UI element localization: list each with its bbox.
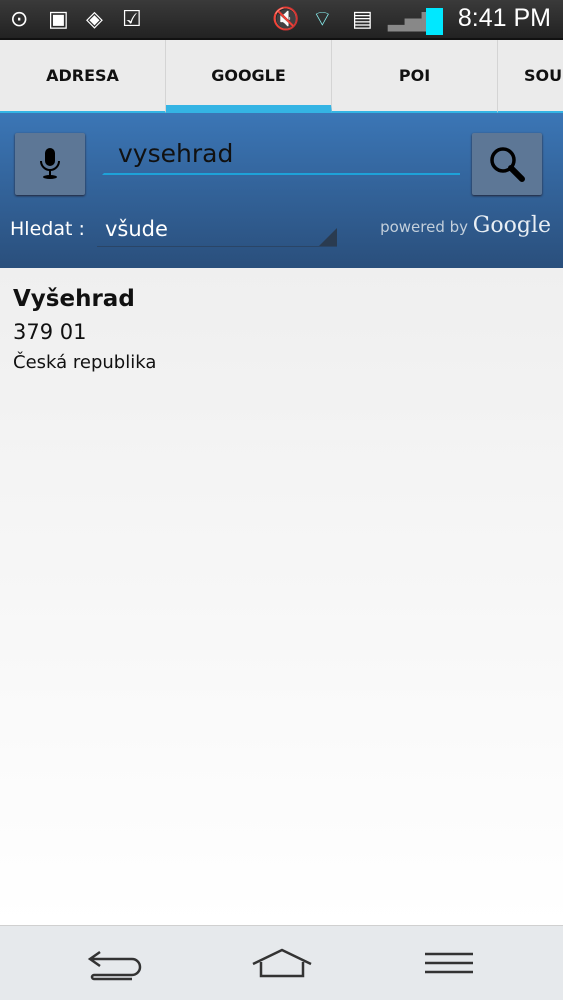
result-list: Vyšehrad 379 01 Česká republika <box>0 268 563 925</box>
dropdown-corner-icon <box>319 228 337 246</box>
search-input[interactable]: vysehrad <box>102 131 460 175</box>
gps-icon: ⊙ <box>10 7 29 32</box>
tab-sou[interactable]: SOU <box>498 40 563 113</box>
list-item[interactable]: Vyšehrad 379 01 Česká republika <box>13 286 550 373</box>
sim-error-icon: ▤ <box>352 7 373 32</box>
search-icon <box>490 147 525 182</box>
result-postcode: 379 01 <box>13 320 87 344</box>
gallery-icon: ▣ <box>48 7 69 32</box>
battery-icon <box>426 8 443 35</box>
back-button[interactable] <box>86 944 144 988</box>
navigation-bar <box>0 925 563 1000</box>
result-name: Vyšehrad <box>13 286 135 312</box>
wifi-icon: ⌔ <box>312 7 333 32</box>
mute-icon: 🔇 <box>272 7 300 32</box>
status-bar: ⊙ ▣ ◈ ☑ 🔇 ⌔ ▤ ▂▄▆ 8:41 PM <box>0 0 563 40</box>
shopping-bag-icon: ☑ <box>122 7 142 32</box>
home-icon <box>252 948 312 978</box>
tab-google[interactable]: GOOGLE <box>166 40 332 113</box>
scope-label: Hledat : <box>10 218 85 240</box>
home-button[interactable] <box>251 944 313 988</box>
app-icon: ◈ <box>86 7 103 32</box>
tab-poi[interactable]: POI <box>332 40 498 113</box>
back-icon <box>87 950 142 981</box>
tab-bar: ADRESA GOOGLE POI SOU <box>0 40 563 113</box>
tab-adresa[interactable]: ADRESA <box>0 40 166 113</box>
menu-button[interactable] <box>424 944 474 988</box>
scope-dropdown[interactable]: všude <box>97 211 337 247</box>
search-button[interactable] <box>472 133 542 195</box>
powered-by-google: powered by Google <box>380 213 551 238</box>
microphone-icon <box>40 148 60 179</box>
clock: 8:41 PM <box>457 4 551 32</box>
search-panel: vysehrad Hledat : všude powered by Googl… <box>0 113 563 268</box>
voice-search-button[interactable] <box>15 133 85 195</box>
menu-icon <box>425 952 473 974</box>
result-country: Česká republika <box>13 352 157 373</box>
